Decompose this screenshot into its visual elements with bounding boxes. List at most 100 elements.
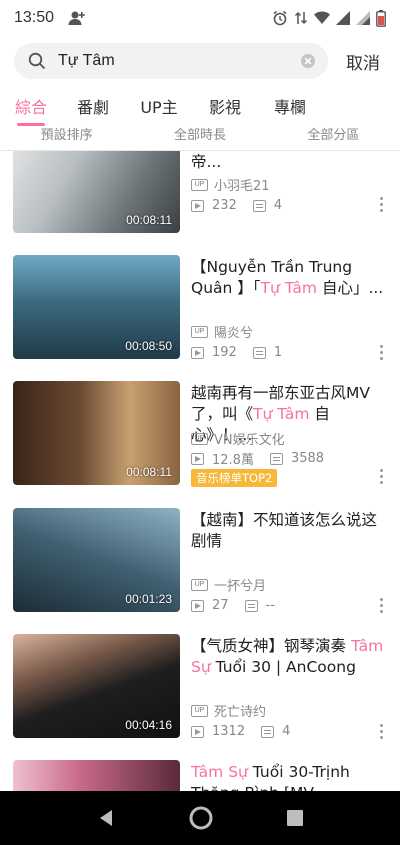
video-title[interactable]: Tâm Sự Tuổi 30-Trịnh Thăng Bình [MV OFFI… (191, 762, 386, 791)
title-highlight: Sự (228, 763, 248, 781)
data-arrows-icon (294, 11, 308, 25)
stats-row: 12.8萬 3588 (191, 449, 324, 468)
result-item[interactable]: Tâm Sự Tuổi 30-Trịnh Thăng Bình [MV OFFI… (0, 760, 400, 791)
result-item[interactable]: 00:08:11 越南再有一部东亚古风MV了，叫《Tự Tâm 自心》！... … (0, 381, 400, 491)
danmaku-count: 4 (273, 198, 283, 213)
result-item[interactable]: 00:08:50 【Nguyễn Trần Trung Quân 】「Tự Tâ… (0, 255, 400, 365)
up-badge-icon: UP (191, 578, 208, 591)
uploader-name: 一抔兮月 (214, 579, 267, 594)
video-thumbnail[interactable]: 00:08:11 (13, 381, 180, 485)
more-options-icon[interactable] (380, 724, 384, 740)
play-count-icon (191, 452, 204, 465)
uploader-row[interactable]: UP 小羽毛21 (191, 175, 270, 194)
search-box[interactable]: Tự Tâm (14, 43, 328, 79)
status-bar: 13:50 (0, 0, 400, 36)
title-highlight: Tự Tâm (253, 405, 310, 423)
danmaku-count: 4 (282, 724, 291, 739)
stats-row: 27 -- (191, 598, 275, 613)
system-nav-bar (0, 791, 400, 845)
more-options-icon[interactable] (380, 197, 384, 213)
filter-bar: 預設排序 全部時長 全部分區 (0, 122, 400, 144)
danmaku-icon (261, 725, 275, 738)
danmaku-icon (252, 346, 266, 359)
title-text: 【气质女神】钢琴演奏 (191, 637, 351, 655)
video-duration: 00:08:50 (125, 339, 172, 353)
up-badge-icon: UP (191, 432, 208, 445)
person-add-icon (68, 11, 85, 25)
result-item[interactable]: 00:04:16 【气质女神】钢琴演奏 Tâm Sự Tuổi 30 | AnC… (0, 634, 400, 744)
uploader-name: VN娱乐文化 (214, 433, 285, 448)
view-count: 12.8萬 (212, 453, 254, 468)
video-thumbnail[interactable]: 00:01:23 (13, 508, 180, 612)
stats-row: 1312 4 (191, 724, 290, 739)
more-options-icon[interactable] (380, 598, 384, 614)
filter-zone[interactable]: 全部分區 (307, 124, 359, 144)
up-badge-icon: UP (191, 704, 208, 717)
result-item[interactable]: 00:08:11 trăn trung quân【"忠于帝... UP 小羽毛21… (0, 151, 400, 239)
view-count: 27 (212, 598, 229, 613)
danmaku-count: 1 (273, 345, 283, 360)
title-text: Tuổi 30 | AnCoong (210, 658, 356, 676)
uploader-row[interactable]: UP VN娱乐文化 (191, 429, 285, 448)
recents-icon[interactable] (286, 809, 304, 827)
stats-row: 192 1 (191, 345, 282, 360)
video-duration: 00:04:16 (125, 718, 172, 732)
back-icon[interactable] (96, 808, 116, 828)
play-count-icon (191, 199, 204, 212)
video-thumbnail[interactable] (13, 760, 180, 791)
title-highlight: Tâm (191, 763, 224, 781)
results-list[interactable]: 00:08:11 trăn trung quân【"忠于帝... UP 小羽毛21… (0, 151, 400, 791)
alarm-icon (273, 10, 287, 26)
title-text: trăn trung quân【"忠于帝... (191, 153, 222, 171)
search-input[interactable]: Tự Tâm (58, 52, 300, 70)
video-title[interactable]: 【越南】不知道该怎么说这剧情 (191, 510, 386, 552)
status-icons (272, 9, 386, 27)
cancel-button[interactable]: 取消 (346, 49, 380, 74)
stats-row: 232 4 (191, 198, 282, 213)
wifi-icon (314, 11, 330, 24)
result-item[interactable]: 00:01:23 【越南】不知道该怎么说这剧情 UP 一抔兮月 27 -- (0, 508, 400, 618)
view-count: 232 (212, 198, 237, 213)
video-thumbnail[interactable]: 00:08:50 (13, 255, 180, 359)
battery-icon (376, 9, 386, 27)
rank-tag: 音乐榜单TOP2 (191, 469, 278, 487)
more-options-icon[interactable] (380, 469, 384, 485)
filter-sort[interactable]: 預設排序 (41, 124, 93, 144)
danmaku-icon (269, 452, 283, 465)
play-count-icon (191, 599, 204, 612)
title-highlight: Sự (191, 658, 211, 676)
video-duration: 00:01:23 (125, 592, 172, 606)
video-title[interactable]: 【Nguyễn Trần Trung Quân 】「Tự Tâm 自心」... (191, 257, 386, 299)
video-thumbnail[interactable]: 00:08:11 (13, 151, 180, 233)
more-options-icon[interactable] (380, 345, 384, 361)
video-title[interactable]: 【气质女神】钢琴演奏 Tâm Sự Tuổi 30 | AnCoong (191, 636, 386, 678)
search-icon (28, 52, 46, 70)
title-highlight: Tự Tâm (260, 279, 318, 297)
uploader-name: 死亡诗约 (214, 705, 267, 720)
play-count-icon (191, 725, 204, 738)
video-duration: 00:08:11 (126, 465, 172, 479)
danmaku-count: 3588 (290, 451, 325, 466)
view-count: 192 (212, 345, 237, 360)
clear-icon[interactable] (300, 53, 316, 69)
up-badge-icon: UP (191, 178, 208, 191)
up-badge-icon: UP (191, 325, 208, 338)
video-thumbnail[interactable]: 00:04:16 (13, 634, 180, 738)
uploader-row[interactable]: UP 一抔兮月 (191, 575, 266, 594)
home-icon[interactable] (189, 806, 213, 830)
danmaku-icon (252, 199, 266, 212)
uploader-row[interactable]: UP 陽炎兮 (191, 322, 253, 341)
filter-duration[interactable]: 全部時長 (174, 124, 226, 144)
title-text: 自心」... (317, 279, 384, 297)
signal-icon (336, 11, 350, 25)
search-row: Tự Tâm 取消 (0, 40, 400, 82)
status-time: 13:50 (14, 9, 55, 26)
uploader-row[interactable]: UP 死亡诗约 (191, 701, 266, 720)
video-title[interactable]: trăn trung quân【"忠于帝... (191, 151, 386, 173)
video-duration: 00:08:11 (126, 213, 172, 227)
uploader-name: 小羽毛21 (214, 179, 270, 194)
title-text: 【越南】不知道该怎么说这剧情 (191, 511, 378, 550)
danmaku-count: -- (265, 598, 275, 613)
play-count-icon (191, 346, 204, 359)
uploader-name: 陽炎兮 (214, 326, 254, 341)
